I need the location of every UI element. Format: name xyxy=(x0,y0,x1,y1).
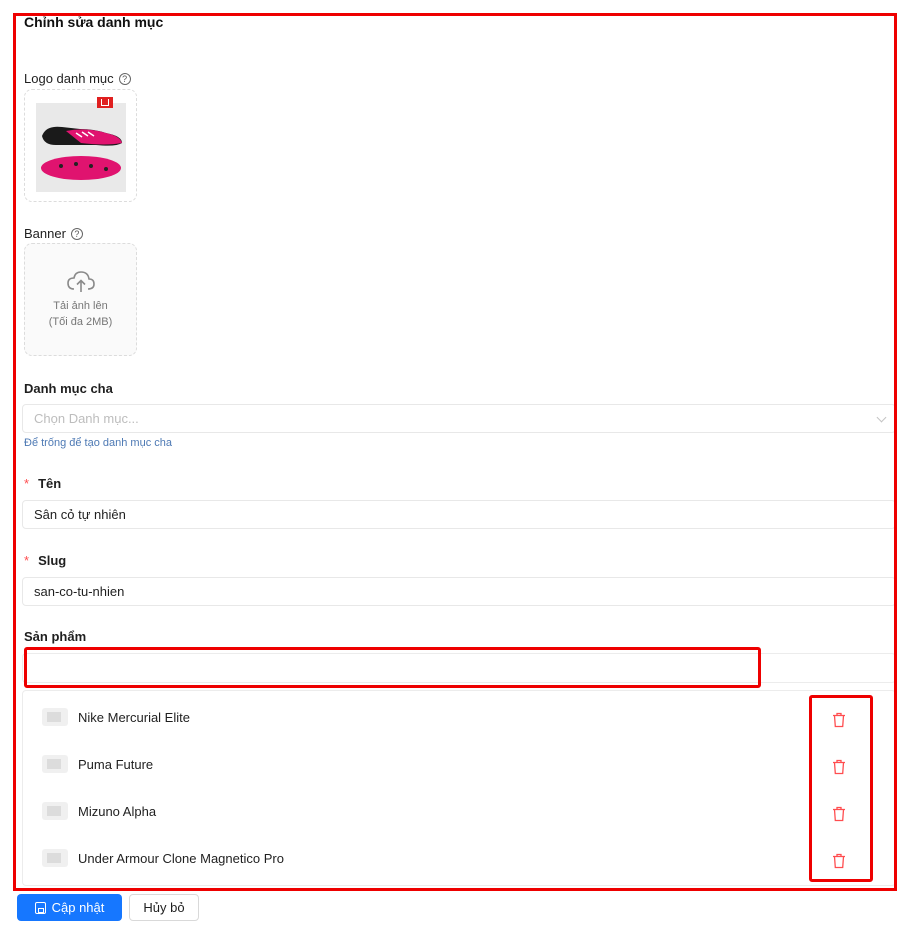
update-button[interactable]: Cập nhật xyxy=(17,894,122,921)
cancel-button[interactable]: Hủy bỏ xyxy=(129,894,199,921)
annotation-search-highlight xyxy=(24,647,761,688)
save-icon xyxy=(34,901,46,914)
annotation-delete-highlight xyxy=(809,695,873,882)
annotation-frame xyxy=(13,13,897,891)
update-button-label: Cập nhật xyxy=(51,900,105,915)
cancel-button-label: Hủy bỏ xyxy=(143,900,185,915)
